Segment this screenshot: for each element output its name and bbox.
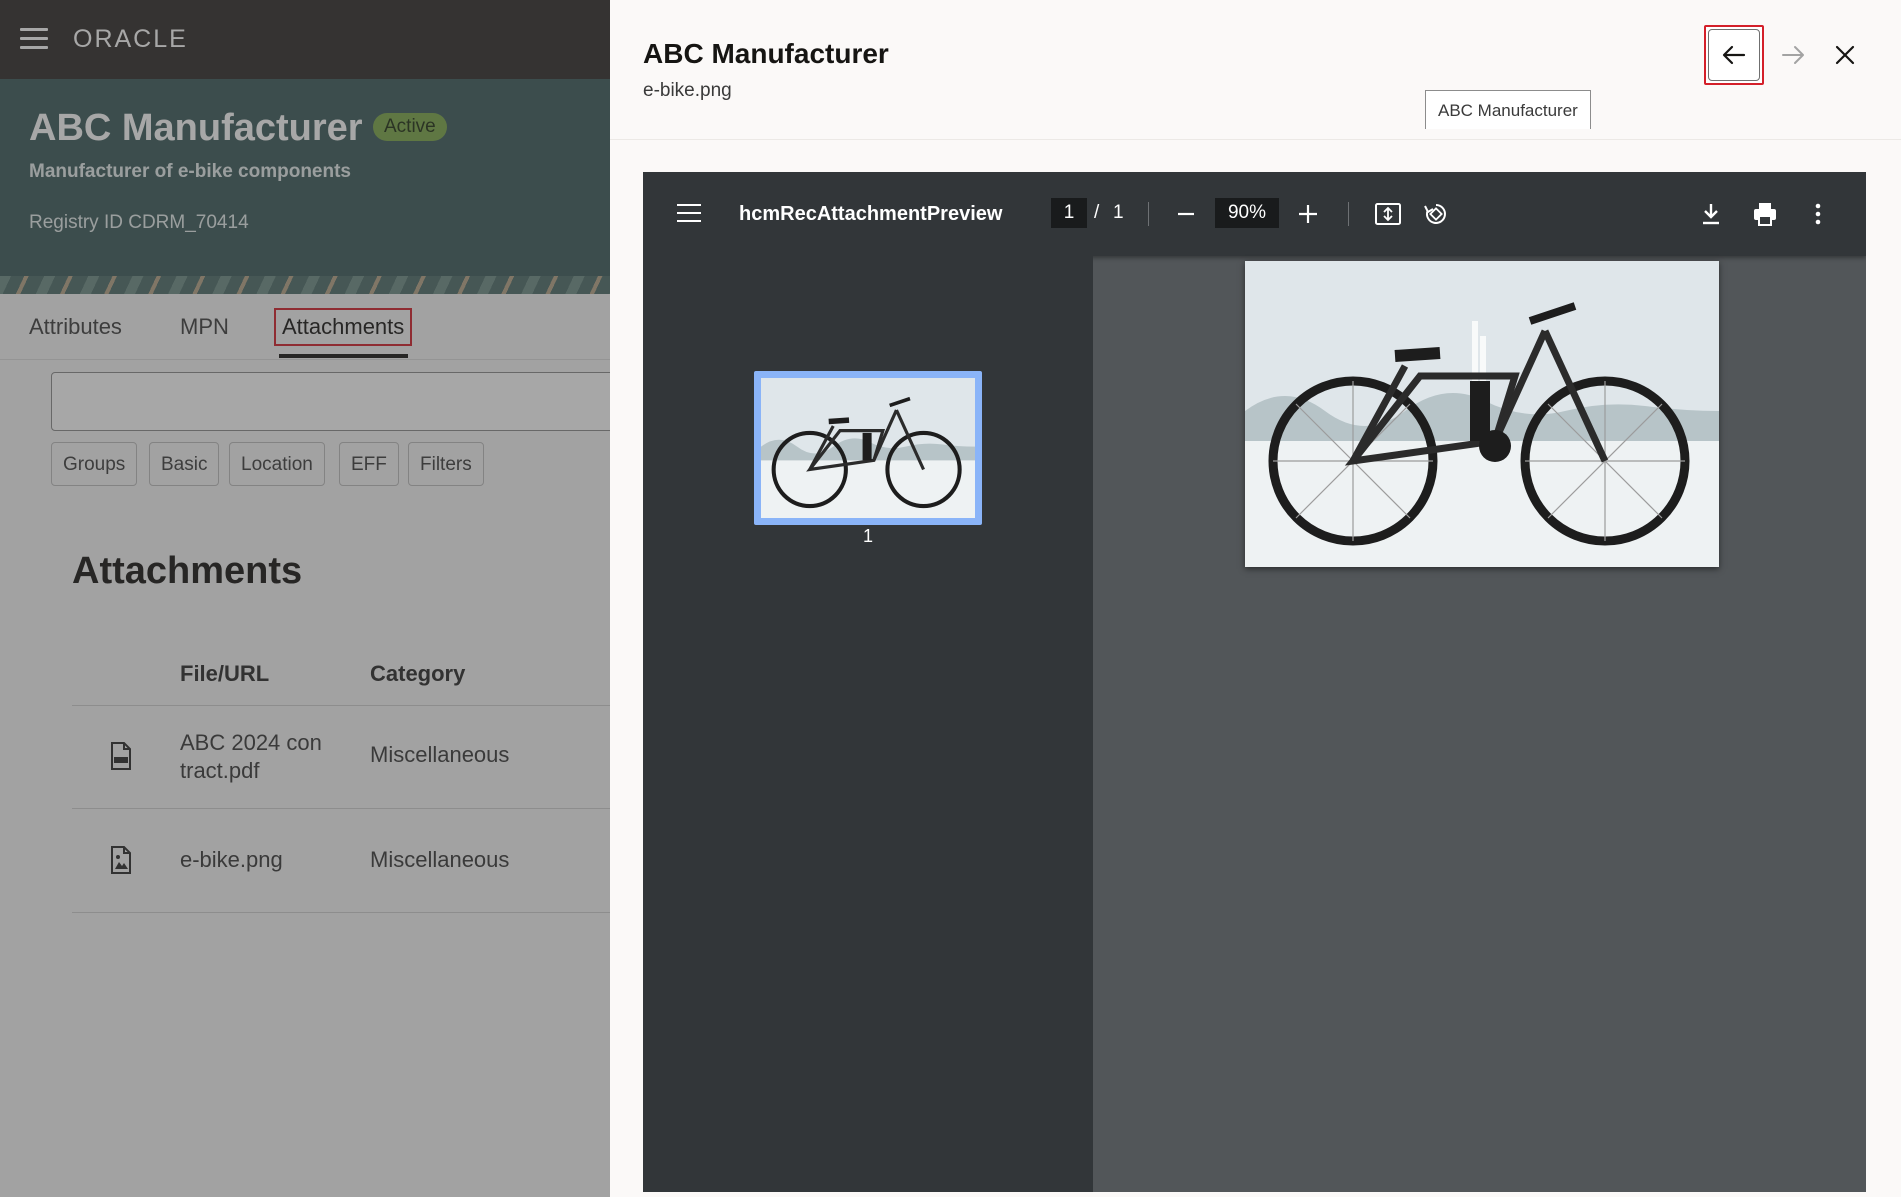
viewer-toolbar: hcmRecAttachmentPreview 1 / 1 90% (643, 172, 1866, 256)
bike-thumbnail-image (761, 378, 975, 518)
page-number-input[interactable]: 1 (1051, 198, 1087, 228)
close-icon (1835, 45, 1855, 65)
pdf-viewer: hcmRecAttachmentPreview 1 / 1 90% 1 (643, 172, 1866, 1192)
arrow-left-icon (1722, 45, 1746, 65)
page-thumbnail[interactable] (761, 378, 975, 518)
arrow-right-icon (1782, 46, 1804, 64)
pdf-page (1245, 261, 1719, 567)
attachment-preview-drawer: ABC Manufacturer e-bike.png ABC Manufact… (610, 0, 1901, 1197)
previous-button-inner (1708, 29, 1760, 81)
next-button[interactable] (1770, 32, 1816, 78)
drawer-subtitle: e-bike.png (643, 80, 732, 101)
menu-icon[interactable] (677, 204, 701, 224)
print-icon[interactable] (1750, 199, 1780, 229)
page-total: 1 (1113, 202, 1124, 223)
thumbnail-page-label: 1 (862, 526, 873, 546)
bike-preview-image (1245, 261, 1719, 567)
fit-page-icon[interactable] (1373, 199, 1403, 229)
viewer-filename: hcmRecAttachmentPreview (739, 203, 1003, 225)
toolbar-divider (1148, 202, 1149, 226)
toolbar-divider (1348, 202, 1349, 226)
tooltip: ABC Manufacturer (1425, 90, 1591, 129)
page-separator: / (1094, 202, 1100, 223)
previous-button[interactable] (1704, 25, 1764, 85)
rotate-icon[interactable] (1421, 199, 1451, 229)
drawer-divider (610, 139, 1901, 140)
drawer-title: ABC Manufacturer (643, 38, 889, 69)
minus-icon[interactable] (1171, 199, 1201, 229)
zoom-input[interactable]: 90% (1215, 198, 1279, 228)
modal-scrim[interactable] (0, 0, 610, 1197)
close-button[interactable] (1822, 32, 1868, 78)
more-vertical-icon[interactable] (1803, 199, 1833, 229)
record-page: ORACLE ABC Manufacturer Active Manufactu… (0, 0, 610, 1197)
download-icon[interactable] (1696, 199, 1726, 229)
plus-icon[interactable] (1293, 199, 1323, 229)
